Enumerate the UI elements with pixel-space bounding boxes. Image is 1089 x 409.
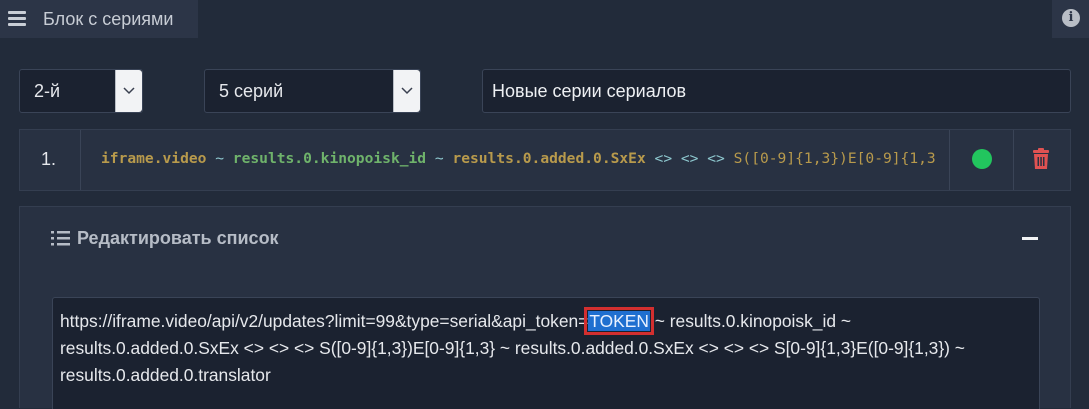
trash-icon[interactable] bbox=[1032, 148, 1050, 170]
code-token: ~ bbox=[206, 150, 233, 167]
chevron-down-icon[interactable] bbox=[393, 70, 420, 112]
position-select[interactable]: 2-й bbox=[19, 69, 143, 113]
info-icon[interactable]: i bbox=[1062, 9, 1080, 27]
list-textarea[interactable]: https://iframe.video/api/v2/updates?limi… bbox=[52, 297, 1040, 409]
item-number: 1. bbox=[41, 149, 57, 169]
block-title-value: Новые серии сериалов bbox=[492, 81, 687, 101]
code-token: iframe.video bbox=[101, 150, 207, 167]
code-token: <> <> <> bbox=[645, 150, 734, 167]
hamburger-icon[interactable] bbox=[8, 11, 26, 26]
edit-list-title[interactable]: Редактировать список bbox=[77, 228, 279, 249]
edit-list-panel: Редактировать список https://iframe.vide… bbox=[19, 206, 1071, 409]
list-item: 1. iframe.video ~ results.0.kinopoisk_id… bbox=[19, 129, 1071, 191]
code-token: results.0.kinopoisk_id bbox=[232, 150, 427, 167]
url-text: https://iframe.video/api/v2/updates?limi… bbox=[60, 311, 589, 331]
list-icon bbox=[51, 231, 70, 246]
divider bbox=[80, 130, 81, 190]
count-select-value: 5 серий bbox=[219, 81, 284, 101]
code-token: ~ bbox=[426, 150, 453, 167]
status-dot[interactable] bbox=[972, 149, 992, 169]
position-select-value: 2-й bbox=[34, 81, 61, 101]
block-header-title: Блок с сериями bbox=[43, 9, 174, 29]
chevron-down-icon[interactable] bbox=[115, 70, 142, 112]
block-title-input[interactable]: Новые серии сериалов bbox=[482, 69, 1071, 113]
top-bar: Блок с сериями i bbox=[0, 0, 1089, 38]
code-token: S([0-9]{1,3})E[0-9]{1,3} bbox=[733, 150, 936, 167]
divider bbox=[1013, 130, 1014, 190]
item-code[interactable]: iframe.video ~ results.0.kinopoisk_id ~ … bbox=[101, 150, 936, 167]
divider bbox=[949, 130, 950, 190]
info-tab[interactable]: i bbox=[1052, 0, 1089, 38]
list-textarea-content: https://iframe.video/api/v2/updates?limi… bbox=[60, 307, 1030, 389]
code-token: results.0.added.0.SxEx bbox=[452, 150, 646, 167]
menu-tab[interactable]: Блок с сериями bbox=[0, 0, 198, 38]
token-highlight[interactable]: TOKEN bbox=[584, 307, 654, 335]
count-select[interactable]: 5 серий bbox=[204, 69, 421, 113]
minus-icon[interactable] bbox=[1022, 237, 1038, 240]
